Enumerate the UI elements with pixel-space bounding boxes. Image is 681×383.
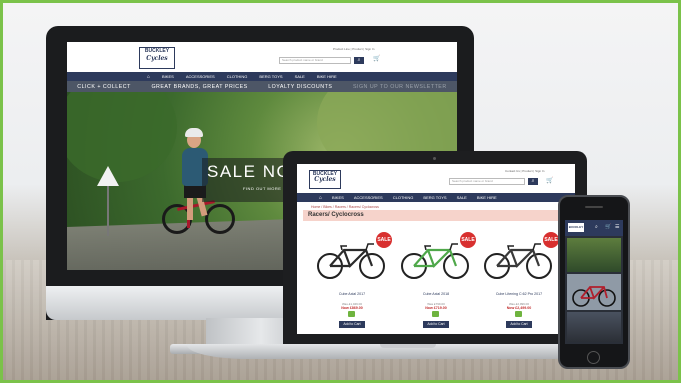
site-logo[interactable]: BUCKLEY Cycles	[139, 47, 175, 69]
logo-script: Cycles	[146, 55, 168, 62]
search-icon: ⌕	[357, 57, 361, 63]
promo-bar: CLICK + COLLECT GREAT BRANDS, GREAT PRIC…	[67, 81, 457, 92]
sale-badge: SALE	[376, 232, 392, 248]
bike-illustration	[572, 286, 616, 307]
search-icon: ⌕	[531, 178, 535, 184]
road-sign-pole	[107, 186, 109, 236]
search-input[interactable]: Search product name or brand	[449, 178, 525, 185]
menu-icon[interactable]: ☰	[615, 224, 619, 230]
nav-item-accessories[interactable]: ACCESSORIES	[354, 195, 383, 200]
nav-item-berg-toys[interactable]: BERG TOYS	[259, 74, 282, 79]
mobile-header: BUCKLEY ⌕ 🛒 ☰	[565, 220, 623, 236]
nav-item-accessories[interactable]: ACCESSORIES	[186, 74, 215, 79]
product-image[interactable]: SALE	[312, 232, 392, 284]
mobile-website-screen: BUCKLEY ⌕ 🛒 ☰	[565, 220, 623, 344]
logo-script: Cycles	[314, 176, 336, 183]
product-name[interactable]: Cube Axial 2018	[396, 292, 476, 296]
cart-icon[interactable]: 🛒	[373, 55, 380, 62]
main-nav: ⌂ BIKES ACCESSORIES CLOTHING BERG TOYS S…	[297, 193, 575, 202]
cart-icon[interactable]: 🛒	[546, 177, 553, 184]
cart-icon[interactable]: 🛒	[605, 224, 611, 230]
search-input[interactable]: Search product name or brand	[279, 57, 351, 64]
in-stock-icon	[432, 311, 439, 317]
product-name[interactable]: Cube Axial 2017	[312, 292, 392, 296]
promo-newsletter[interactable]: SIGN UP TO OUR NEWSLETTER	[353, 84, 447, 90]
laptop-website-screen: BUCKLEY Cycles Contact Us | Product | Si…	[297, 164, 575, 334]
product-card[interactable]: SALE Cube Axial 2018 Was £799.00 Now £71…	[396, 232, 476, 332]
nav-item-sale[interactable]: SALE	[457, 195, 467, 200]
product-now-price: Now £719.00	[425, 306, 447, 310]
product-card[interactable]: SALE Cube Litening C:62 Pro 2017 Was £2,…	[479, 232, 559, 332]
nav-item-berg-toys[interactable]: BERG TOYS	[423, 195, 446, 200]
nav-item-bikes[interactable]: BIKES	[162, 74, 174, 79]
site-logo[interactable]: BUCKLEY	[568, 223, 584, 232]
sale-badge: SALE	[460, 232, 476, 248]
main-nav: ⌂ BIKES ACCESSORIES CLOTHING BERG TOYS S…	[67, 72, 457, 81]
nav-item-bikes[interactable]: BIKES	[332, 195, 344, 200]
logo-text: BUCKLEY	[144, 48, 170, 54]
rider-leg	[187, 196, 193, 220]
in-stock-icon	[515, 311, 522, 317]
laptop-camera	[433, 157, 436, 160]
nav-item-clothing[interactable]: CLOTHING	[393, 195, 414, 200]
nav-item-clothing[interactable]: CLOTHING	[227, 74, 248, 79]
product-image[interactable]: SALE	[396, 232, 476, 284]
laptop-notch	[380, 344, 436, 348]
mobile-promo-image[interactable]	[567, 312, 621, 342]
nav-item-bike-hire[interactable]: BIKE HIRE	[477, 195, 497, 200]
add-to-cart-button[interactable]: Add to Cart	[506, 321, 532, 328]
breadcrumb[interactable]: Home / Bikes / Racers / Racers/ Cyclocro…	[311, 205, 379, 209]
find-out-more-link[interactable]: FIND OUT MORE	[243, 186, 281, 191]
phone-home-button	[587, 351, 600, 364]
account-links[interactable]: Contact Us | Product | Sign In	[505, 169, 544, 173]
product-now-price: Now £2,499.00	[506, 306, 532, 310]
rider-helmet	[185, 128, 203, 137]
product-name[interactable]: Cube Litening C:62 Pro 2017	[479, 292, 559, 296]
add-to-cart-button[interactable]: Add to Cart	[423, 321, 449, 328]
product-image[interactable]: SALE	[479, 232, 559, 284]
sale-badge: SALE	[543, 232, 559, 248]
promo-loyalty[interactable]: LOYALTY DISCOUNTS	[268, 84, 332, 90]
nav-item-bike-hire[interactable]: BIKE HIRE	[317, 74, 337, 79]
product-card[interactable]: SALE Cube Axial 2017 Was £1,049.00 Now £…	[312, 232, 392, 332]
promo-click-collect[interactable]: CLICK + COLLECT	[77, 84, 131, 90]
promo-great-brands[interactable]: GREAT BRANDS, GREAT PRICES	[151, 84, 247, 90]
add-to-cart-button[interactable]: Add to Cart	[339, 321, 365, 328]
search-button[interactable]: ⌕	[528, 178, 538, 185]
tree-foliage	[67, 92, 177, 182]
bike-wheel	[205, 204, 235, 234]
nav-item-sale[interactable]: SALE	[295, 74, 305, 79]
road-sign	[97, 166, 119, 186]
site-logo[interactable]: BUCKLEY Cycles	[309, 170, 341, 189]
account-links[interactable]: Product Line | Product | Sign In	[333, 47, 374, 51]
phone-speaker	[585, 206, 603, 208]
in-stock-icon	[348, 311, 355, 317]
mobile-bike-image[interactable]	[567, 274, 621, 310]
search-icon[interactable]: ⌕	[595, 224, 598, 230]
home-icon[interactable]: ⌂	[319, 195, 322, 201]
mobile-hero-image[interactable]	[567, 238, 621, 272]
product-now-price: Now £869.00	[341, 306, 363, 310]
page-title: Racers/ Cyclocross	[308, 212, 364, 218]
site-header: BUCKLEY Cycles Product Line | Product | …	[67, 42, 457, 72]
home-icon[interactable]: ⌂	[147, 74, 150, 80]
search-button[interactable]: ⌕	[354, 57, 364, 64]
